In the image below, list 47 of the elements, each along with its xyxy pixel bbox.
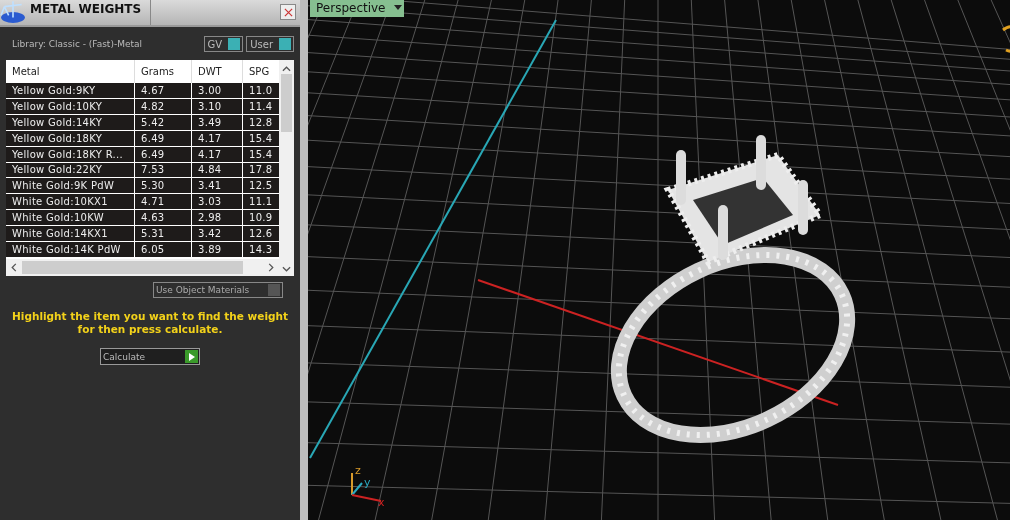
table-cell[interactable]: 2.98 (192, 210, 243, 227)
table-cell[interactable]: 12.5 (243, 178, 279, 195)
panel-title: METAL WEIGHTS (26, 0, 151, 25)
table-cell[interactable]: 6.05 (135, 242, 192, 259)
table-cell[interactable]: 14.3 (243, 242, 279, 259)
table-cell[interactable]: 3.89 (192, 242, 243, 259)
caret-icon (393, 5, 402, 11)
table-cell[interactable]: 10.9 (243, 210, 279, 227)
library-label: Library: Classic - (Fast)-Metal (12, 39, 142, 49)
table-cell[interactable]: 4.71 (135, 194, 192, 211)
instruction-text: Highlight the item you want to find the weight for then press calculate. (11, 310, 289, 336)
vertical-scrollbar[interactable] (279, 60, 294, 276)
table-cell[interactable]: 3.03 (192, 194, 243, 211)
z-axis-label: z (355, 464, 361, 477)
column-header[interactable]: Grams (135, 60, 192, 83)
scroll-left-icon[interactable] (11, 263, 17, 272)
scale-icon (0, 0, 26, 24)
table-cell[interactable]: White Gold:14KX1 (6, 226, 135, 243)
table-cell[interactable]: 3.41 (192, 178, 243, 195)
scroll-right-icon[interactable] (268, 263, 274, 272)
play-icon (188, 352, 195, 361)
toggle-button[interactable]: GV (203, 36, 244, 52)
table-cell[interactable]: 3.42 (192, 226, 243, 243)
table-cell[interactable]: 5.31 (135, 226, 192, 243)
scrollbar-thumb[interactable] (22, 261, 243, 274)
table-cell[interactable]: 12.6 (243, 226, 279, 243)
column-header[interactable]: DWT (192, 60, 243, 83)
toggle-button[interactable]: User (246, 36, 294, 52)
column-header[interactable]: Metal (6, 60, 135, 83)
column-header[interactable]: SPG (243, 60, 279, 83)
table-cell[interactable]: 11.1 (243, 194, 279, 211)
horizontal-scrollbar[interactable] (6, 259, 279, 276)
calculate-button[interactable]: Calculate (100, 348, 200, 365)
scrollbar-thumb[interactable] (281, 74, 292, 132)
axis-triad-icon (351, 472, 382, 502)
table-cell[interactable]: White Gold:10KX1 (6, 194, 135, 211)
table-cell[interactable]: White Gold:9K PdW (6, 178, 135, 195)
table-cell[interactable]: White Gold:14K PdW (6, 242, 135, 259)
y-axis-label: y (364, 476, 371, 489)
table-cell[interactable]: 5.30 (135, 178, 192, 195)
scroll-down-icon[interactable] (282, 266, 291, 272)
view-dropdown[interactable]: Perspective (310, 0, 404, 17)
table-cell[interactable]: White Gold:10KW (6, 210, 135, 227)
use-object-materials-toggle[interactable]: Use Object Materials (153, 282, 283, 298)
scroll-up-icon[interactable] (282, 66, 291, 72)
ring-edge-drawing (1002, 25, 1010, 53)
table-cell[interactable]: 4.63 (135, 210, 192, 227)
